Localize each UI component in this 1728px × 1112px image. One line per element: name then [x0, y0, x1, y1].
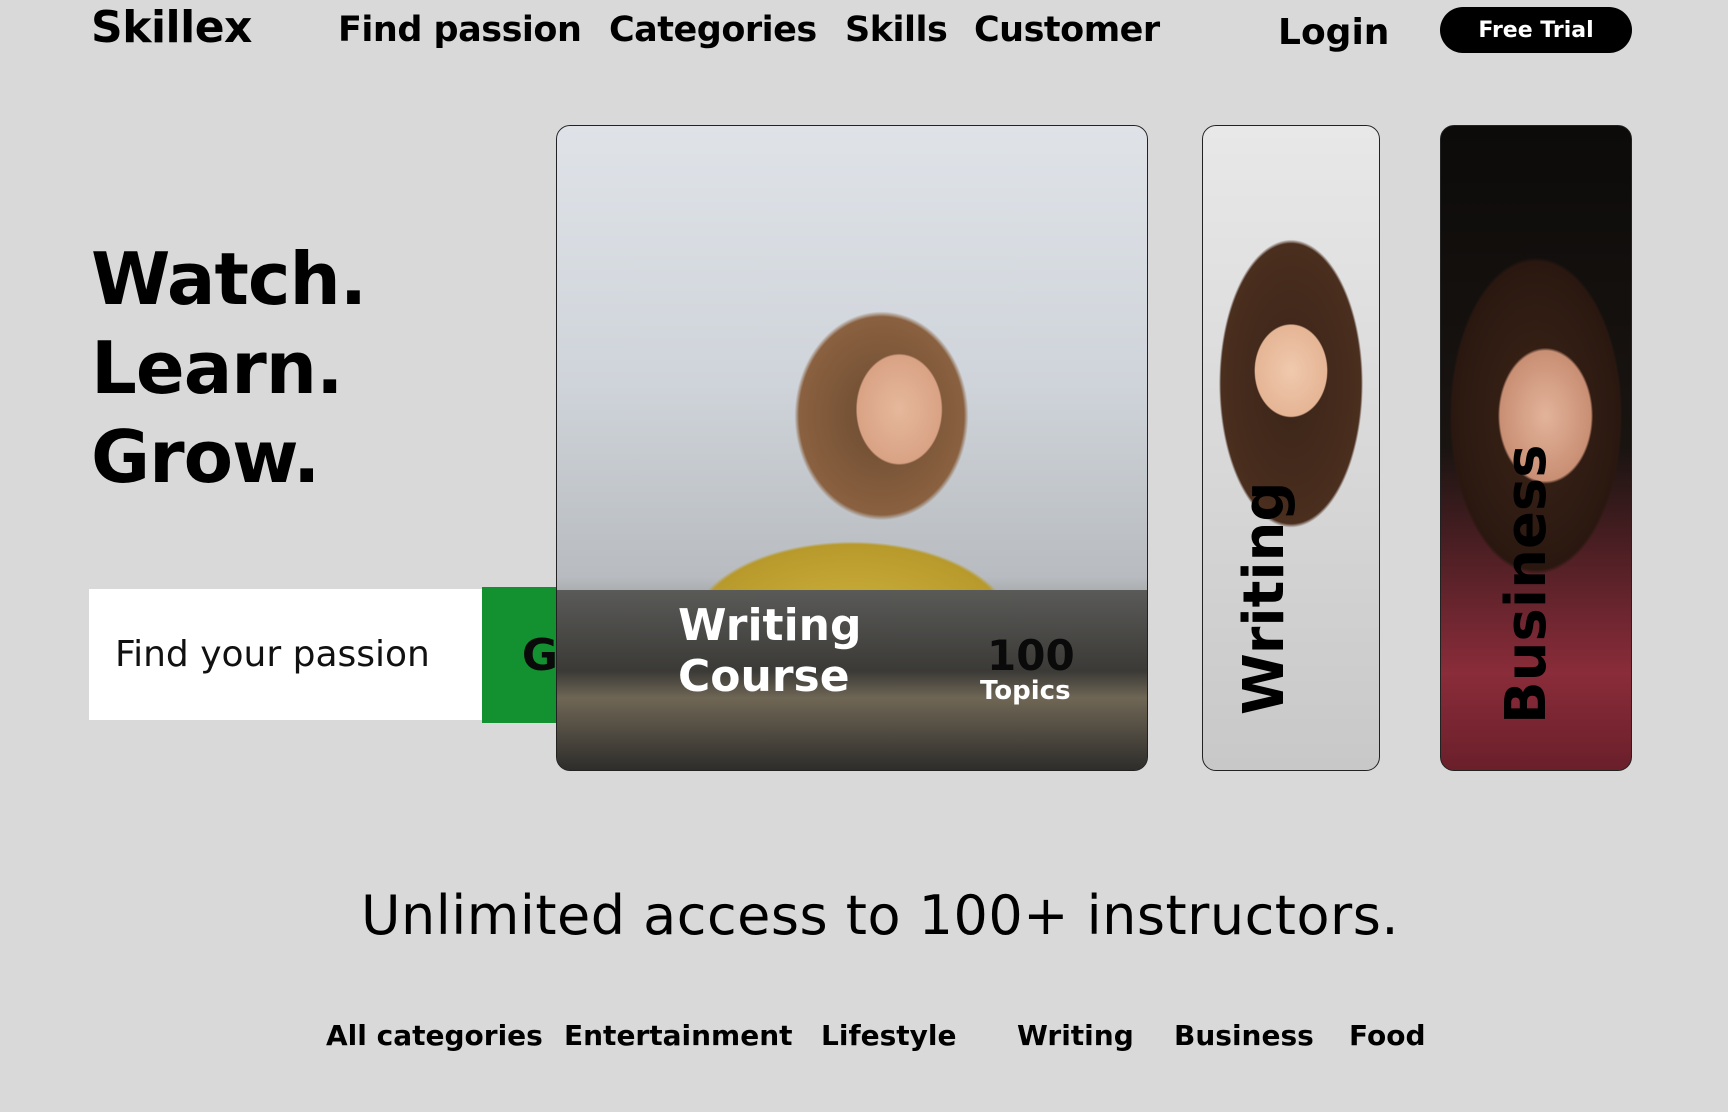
writing-card-label: Writing — [1232, 481, 1297, 715]
tagline: Unlimited access to 100+ instructors. — [360, 884, 1400, 947]
tab-business[interactable]: Business — [1174, 1019, 1314, 1052]
tab-entertainment[interactable]: Entertainment — [564, 1019, 793, 1052]
tab-all-categories[interactable]: All categories — [326, 1019, 543, 1052]
business-card-label: Business — [1494, 444, 1559, 724]
card-title: Writing Course — [678, 600, 862, 702]
topics-count: 100 — [987, 631, 1075, 680]
topics-label: Topics — [980, 676, 1071, 706]
writing-course-card[interactable]: Writing Course 100 Topics — [556, 125, 1148, 771]
card-title-line2: Course — [678, 650, 850, 702]
tab-writing[interactable]: Writing — [1017, 1019, 1134, 1052]
nav-customer[interactable]: Customer — [974, 10, 1160, 50]
login-link[interactable]: Login — [1278, 12, 1389, 53]
hero-heading-grow: Grow. — [91, 415, 320, 499]
nav-categories[interactable]: Categories — [609, 10, 817, 50]
brand-logo[interactable]: Skillex — [91, 2, 252, 53]
hero-heading-learn: Learn. — [91, 326, 343, 410]
writing-category-card[interactable]: Writing — [1202, 125, 1380, 771]
free-trial-button[interactable]: Free Trial — [1440, 7, 1632, 53]
search-input[interactable] — [115, 634, 475, 675]
tab-lifestyle[interactable]: Lifestyle — [821, 1019, 957, 1052]
business-category-card[interactable]: Business — [1440, 125, 1632, 771]
card-title-line1: Writing — [678, 600, 862, 651]
nav-find-passion[interactable]: Find passion — [338, 10, 582, 50]
hero-heading-watch: Watch. — [91, 237, 367, 321]
tab-food[interactable]: Food — [1349, 1019, 1426, 1052]
search-container — [89, 589, 483, 720]
nav-skills[interactable]: Skills — [845, 10, 948, 50]
